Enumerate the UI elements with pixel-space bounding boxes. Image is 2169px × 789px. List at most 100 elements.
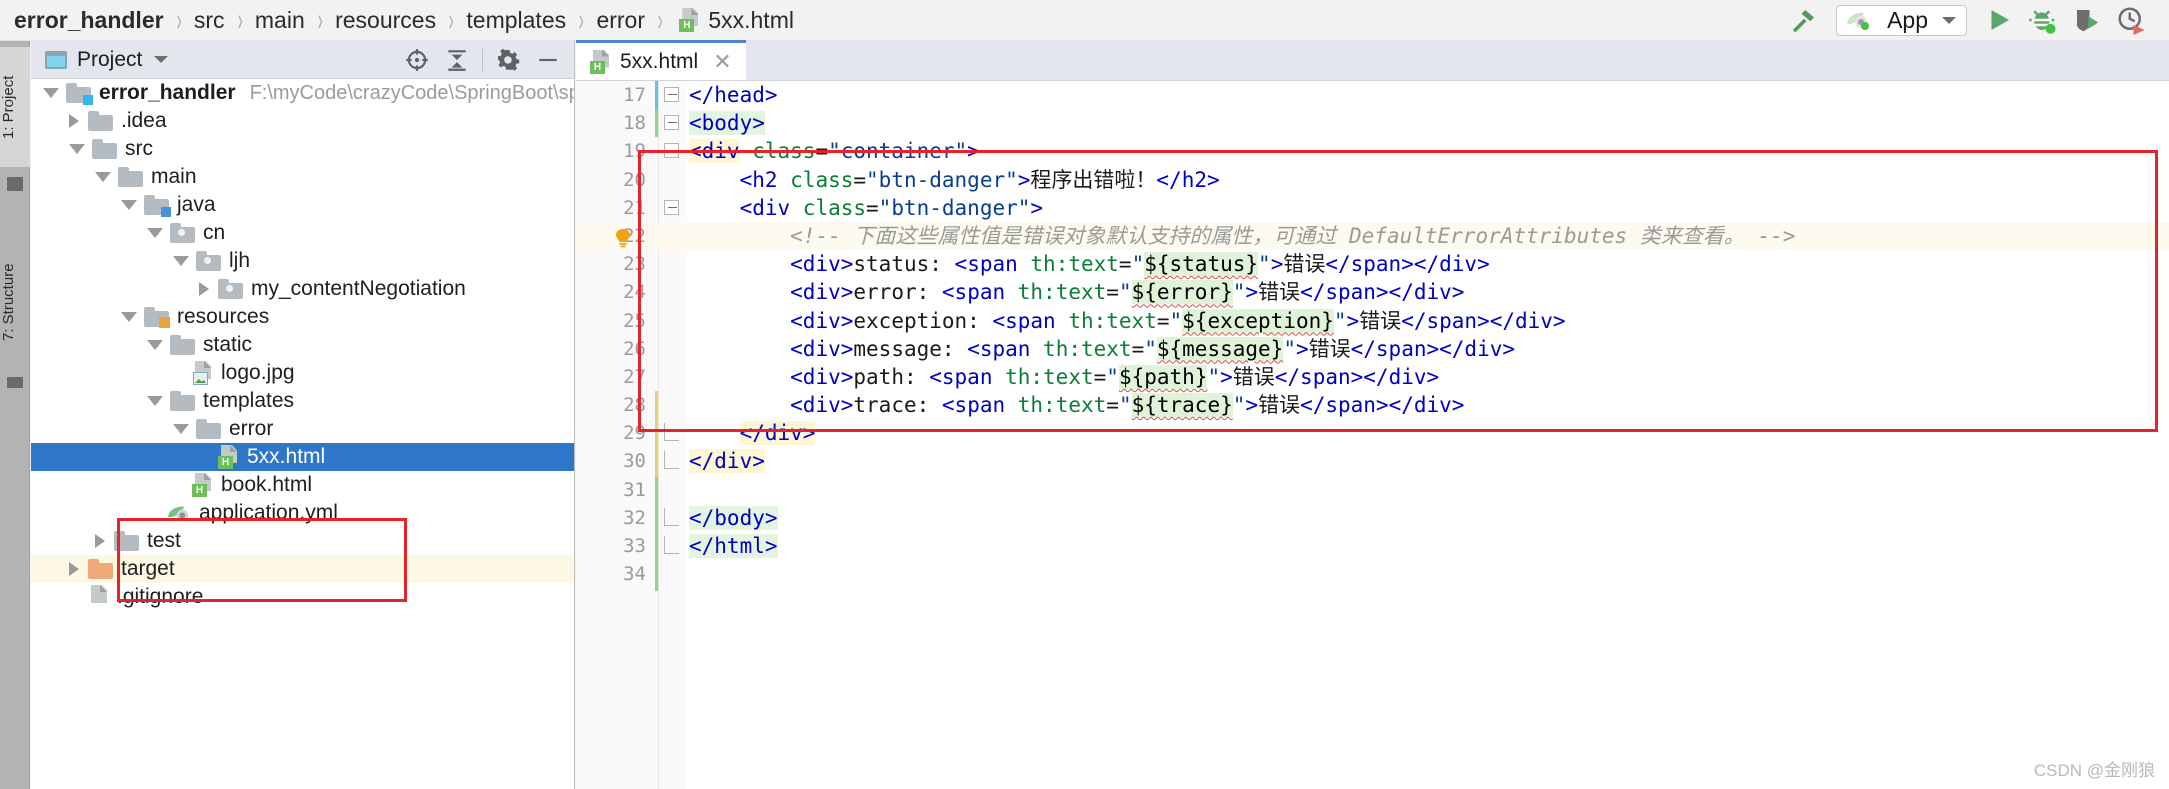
tree-node-templates[interactable]: templates — [31, 387, 574, 415]
code-editor[interactable]: 17 </head> 18 <body> 19 <div class="container… — [576, 81, 2169, 789]
editor-tab-5xx-html[interactable]: H 5xx.html ✕ — [576, 40, 746, 80]
tree-node-.gitignore[interactable]: .gitignore — [31, 583, 574, 611]
fold-marker-icon[interactable] — [664, 115, 679, 131]
chevron-right-icon[interactable] — [69, 114, 79, 128]
image-file-icon — [192, 361, 213, 385]
breadcrumb-item-src[interactable]: src — [194, 7, 225, 34]
tool-window-button-project[interactable]: 1: Project — [0, 47, 30, 167]
code-line-34[interactable]: 34 — [576, 560, 2169, 588]
tree-node-book.html[interactable]: Hbook.html — [31, 471, 574, 499]
favorites-icon[interactable] — [7, 177, 23, 191]
fold-marker-icon[interactable] — [664, 143, 679, 159]
chevron-down-icon[interactable] — [69, 144, 85, 154]
code-line-24[interactable]: 24 <div>error: <span th:text="${error}">… — [576, 278, 2169, 306]
profiler-icon[interactable] — [2109, 0, 2153, 41]
code-line-27[interactable]: 27 <div>path: <span th:text="${path}">错误… — [576, 363, 2169, 391]
tree-node-error[interactable]: error — [31, 415, 574, 443]
code-line-32[interactable]: 32 </body> — [576, 504, 2169, 532]
tree-node-logo.jpg[interactable]: logo.jpg — [31, 359, 574, 387]
tree-node-test[interactable]: test — [31, 527, 574, 555]
fold-end-marker — [664, 423, 679, 442]
code-line-20[interactable]: 20 <h2 class="btn-danger">程序出错啦！</h2> — [576, 166, 2169, 194]
code-text: <div class="btn-danger"> — [739, 195, 1044, 220]
code-line-30[interactable]: 30 </div> — [576, 447, 2169, 475]
tree-node-application.yml[interactable]: application.yml — [31, 499, 574, 527]
code-line-25[interactable]: 25 <div>exception: <span th:text="${exce… — [576, 307, 2169, 335]
run-icon[interactable] — [1977, 0, 2021, 41]
tool-window-button-structure[interactable]: 7: Structure — [0, 237, 30, 367]
tree-node-cn[interactable]: cn — [31, 219, 574, 247]
tree-node-label: target — [121, 557, 175, 580]
fold-marker-icon[interactable] — [664, 199, 679, 215]
code-text: <div>status: <span th:text="${status}">错… — [790, 252, 1490, 277]
chevron-down-icon[interactable] — [95, 172, 111, 182]
breadcrumb-item-main[interactable]: main — [255, 7, 305, 34]
tree-node-src[interactable]: src — [31, 135, 574, 163]
breadcrumb-item-error_handler[interactable]: error_handler — [14, 7, 164, 34]
code-line-28[interactable]: 28 <div>trace: <span th:text="${trace}">… — [576, 391, 2169, 419]
project-panel-toolbar — [397, 41, 568, 79]
tree-node-label: main — [151, 165, 197, 188]
tree-node-resources[interactable]: resources — [31, 303, 574, 331]
debug-icon[interactable] — [2021, 0, 2065, 41]
hide-icon[interactable] — [528, 41, 568, 79]
code-line-33[interactable]: 33 </html> — [576, 532, 2169, 560]
code-comment: <!-- 下面这些属性值是错误对象默认支持的属性，可通过 DefaultErro… — [790, 223, 1796, 248]
thymeleaf-expression: ${path} — [1118, 364, 1208, 389]
locate-icon[interactable] — [397, 41, 437, 79]
chevron-down-icon[interactable] — [43, 88, 59, 98]
chevron-right-icon[interactable] — [199, 282, 209, 296]
code-line-26[interactable]: 26 <div>message: <span th:text="${messag… — [576, 335, 2169, 363]
chevron-right-icon[interactable] — [95, 534, 105, 548]
chevron-down-icon[interactable] — [147, 396, 163, 406]
chevron-down-icon[interactable] — [147, 340, 163, 350]
tree-node-target[interactable]: target — [31, 555, 574, 583]
tree-node-java[interactable]: java — [31, 191, 574, 219]
code-line-17[interactable]: 17 </head> — [576, 81, 2169, 109]
code-text: <h2 class="btn-danger">程序出错啦！</h2> — [739, 167, 1220, 192]
run-with-coverage-icon[interactable] — [2065, 0, 2109, 41]
chevron-down-icon[interactable] — [147, 228, 163, 238]
code-line-23[interactable]: 23 <div>status: <span th:text="${status}… — [576, 250, 2169, 278]
tree-node-label: cn — [203, 221, 226, 244]
tree-node-main[interactable]: main — [31, 163, 574, 191]
html-file-icon: H — [218, 445, 239, 469]
project-panel-title: Project — [77, 47, 143, 71]
lightbulb-icon[interactable] — [614, 227, 632, 248]
tree-node-ljh[interactable]: ljh — [31, 247, 574, 275]
tree-node-5xx.html[interactable]: H 5xx.html — [31, 443, 574, 471]
hammer-icon[interactable] — [1782, 0, 1826, 41]
chevron-down-icon[interactable] — [121, 200, 137, 210]
line-number: 18 — [623, 112, 646, 135]
top-toolbar: error_handler › src › main › resources ›… — [0, 0, 2169, 41]
breadcrumb-item-error[interactable]: error — [596, 7, 645, 34]
fold-marker-icon[interactable] — [664, 87, 679, 102]
chevron-down-icon[interactable] — [173, 424, 189, 434]
chevron-down-icon[interactable] — [173, 256, 189, 266]
tree-node-.idea[interactable]: .idea — [31, 107, 574, 135]
collapse-all-icon[interactable] — [437, 41, 477, 79]
tree-node-error_handler[interactable]: error_handler F:\myCode\crazyCode\SpringB… — [31, 79, 574, 107]
run-configuration-selector[interactable]: App — [1836, 4, 1967, 36]
chevron-down-icon[interactable] — [154, 56, 169, 63]
chevron-right-icon[interactable] — [69, 562, 79, 576]
settings-icon[interactable] — [488, 41, 528, 79]
excluded-folder-icon — [88, 559, 113, 579]
tree-node-static[interactable]: static — [31, 331, 574, 359]
chevron-down-icon[interactable] — [121, 312, 137, 322]
code-line-22[interactable]: 22 <!-- 下面这些属性值是错误对象默认支持的属性，可通过 DefaultE… — [576, 221, 2169, 251]
project-tree[interactable]: error_handler F:\myCode\crazyCode\SpringB… — [31, 79, 574, 789]
code-line-29[interactable]: 29 </div> — [576, 419, 2169, 447]
thymeleaf-expression: ${exception} — [1182, 308, 1334, 333]
code-line-18[interactable]: 18 <body> — [576, 109, 2169, 137]
bookmarks-icon[interactable] — [7, 377, 23, 388]
code-line-19[interactable]: 19 <div class="container"> — [576, 137, 2169, 165]
code-line-21[interactable]: 21 <div class="btn-danger"> — [576, 194, 2169, 222]
breadcrumb-item-templates[interactable]: templates — [466, 7, 566, 34]
code-line-31[interactable]: 31 — [576, 476, 2169, 504]
line-number: 30 — [623, 450, 646, 473]
breadcrumb-item-resources[interactable]: resources — [335, 7, 436, 34]
close-icon[interactable]: ✕ — [713, 49, 731, 75]
tree-node-my_contentnegotiation[interactable]: my_contentNegotiation — [31, 275, 574, 303]
breadcrumb-item-file[interactable]: H 5xx.html — [679, 7, 794, 34]
